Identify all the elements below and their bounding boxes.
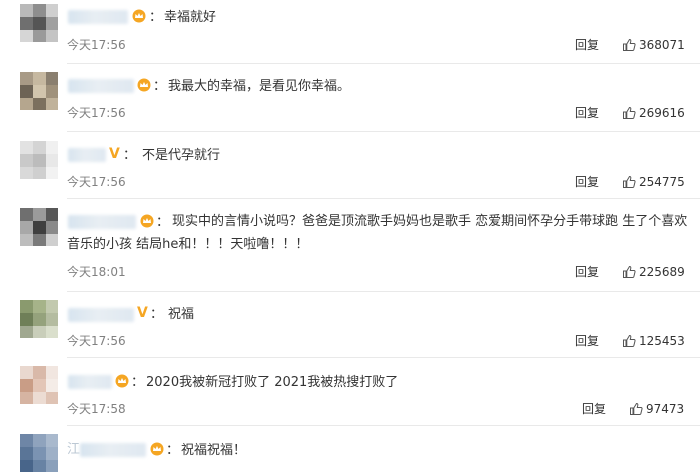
- reply-button[interactable]: 回复: [575, 105, 599, 121]
- like-count: 97473: [646, 402, 685, 416]
- thumbs-up-icon: [623, 38, 636, 51]
- reply-button[interactable]: 回复: [575, 264, 599, 280]
- timestamp: 今天17:56: [67, 38, 126, 52]
- avatar[interactable]: [20, 72, 58, 110]
- comment-text: 幸福就好: [164, 10, 217, 25]
- reply-button[interactable]: 回复: [582, 401, 606, 417]
- thumbs-up-icon: [623, 334, 636, 347]
- like-button[interactable]: 368071: [622, 37, 685, 53]
- like-count: 254775: [639, 175, 685, 189]
- avatar[interactable]: [20, 300, 58, 338]
- username[interactable]: [68, 375, 112, 389]
- crown-icon: [140, 214, 154, 228]
- like-count: 368071: [639, 38, 685, 52]
- reply-button[interactable]: 回复: [575, 37, 599, 53]
- colon: ：: [156, 215, 170, 230]
- like-button[interactable]: 269616: [622, 105, 685, 121]
- like-count: 225689: [639, 265, 685, 279]
- thumbs-up-icon: [623, 265, 636, 278]
- thumbs-up-icon: [623, 175, 636, 188]
- colon: ：: [150, 307, 164, 322]
- v-icon: V: [137, 305, 148, 321]
- timestamp: 今天17:56: [67, 106, 126, 120]
- like-button[interactable]: 225689: [622, 264, 685, 280]
- timestamp: 今天18:01: [67, 265, 126, 279]
- username[interactable]: [68, 215, 136, 229]
- comment-text: 祝福: [168, 307, 195, 322]
- comment-item: ： 我最大的幸福，是看见你幸福。 今天17:56 回复 269616: [0, 64, 700, 132]
- username[interactable]: [68, 79, 134, 93]
- like-button[interactable]: 125453: [622, 333, 685, 349]
- colon: ：: [166, 443, 180, 458]
- crown-icon: [132, 9, 146, 23]
- username[interactable]: [68, 148, 106, 162]
- reply-button[interactable]: 回复: [575, 174, 599, 190]
- like-count: 269616: [639, 106, 685, 120]
- comment-item: ： 幸福就好 今天17:56 回复 368071: [0, 0, 700, 64]
- avatar[interactable]: [20, 434, 58, 472]
- crown-icon: [137, 78, 151, 92]
- like-button[interactable]: 254775: [622, 174, 685, 190]
- comment-text: 不是代孕就行: [142, 148, 221, 163]
- avatar[interactable]: [20, 141, 58, 179]
- comment-item: V ： 祝福 今天17:56 回复 125453: [0, 292, 700, 358]
- thumbs-up-icon: [630, 402, 643, 415]
- like-button[interactable]: 97473: [629, 401, 684, 417]
- colon: ：: [123, 148, 137, 163]
- crown-icon: [150, 442, 164, 456]
- colon: ：: [131, 375, 145, 390]
- comment-item: V ： 不是代孕就行 今天17:56 回复 254775: [0, 132, 700, 199]
- comment-item: 江 ： 祝福祝福！: [0, 426, 700, 472]
- avatar[interactable]: [20, 4, 58, 42]
- colon: ：: [153, 79, 167, 94]
- timestamp: 今天17:56: [67, 334, 126, 348]
- timestamp: 今天17:58: [67, 402, 126, 416]
- username[interactable]: [68, 308, 134, 322]
- crown-icon: [115, 374, 129, 388]
- comment-item: ： 现实中的言情小说吗？爸爸是顶流歌手妈妈也是歌手 恋爱期间怀孕分手带球跑 生了…: [0, 199, 700, 292]
- username[interactable]: [80, 443, 146, 457]
- reply-button[interactable]: 回复: [575, 333, 599, 349]
- username[interactable]: [68, 10, 128, 24]
- colon: ：: [149, 10, 163, 25]
- comment-text: 现实中的言情小说吗？爸爸是顶流歌手妈妈也是歌手 恋爱期间怀孕分手带球跑 生了个喜…: [172, 214, 688, 229]
- avatar[interactable]: [20, 366, 58, 404]
- comment-text: 2020我被新冠打败了 2021我被热搜打败了: [146, 375, 399, 390]
- avatar[interactable]: [20, 208, 58, 246]
- timestamp: 今天17:56: [67, 175, 126, 189]
- comment-item: ： 2020我被新冠打败了 2021我被热搜打败了 今天17:58 回复 974…: [0, 358, 700, 426]
- v-icon: V: [109, 146, 120, 162]
- comment-text: 我最大的幸福，是看见你幸福。: [168, 79, 351, 94]
- like-count: 125453: [639, 334, 685, 348]
- comment-text: 祝福祝福！: [181, 443, 247, 458]
- comment-text-line2: 音乐的小孩 结局he和！！！天啦噜！！！: [67, 237, 309, 252]
- thumbs-up-icon: [623, 106, 636, 119]
- username-prefix[interactable]: 江: [67, 439, 80, 461]
